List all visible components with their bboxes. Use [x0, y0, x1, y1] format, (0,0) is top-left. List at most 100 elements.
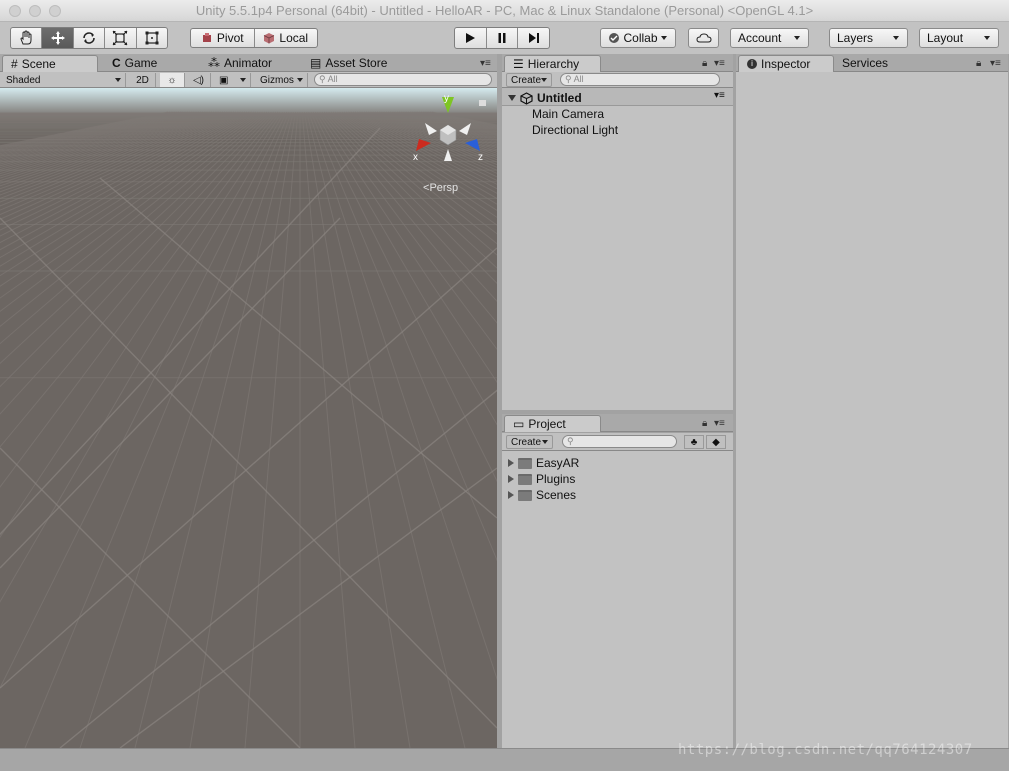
rotate-tool-button[interactable]	[74, 28, 106, 48]
scale-tool-icon	[112, 30, 128, 46]
2d-toggle[interactable]: 2D	[130, 73, 156, 87]
tab-project[interactable]: ▭ Project	[504, 415, 601, 432]
tab-animator[interactable]: ⁂ Animator	[200, 55, 296, 72]
cloud-button[interactable]	[688, 28, 719, 48]
scene-menu-icon[interactable]: ▾≡	[714, 90, 725, 101]
tab-game[interactable]: C Game	[104, 55, 184, 72]
gizmo-z-label: z	[478, 152, 483, 163]
collab-dropdown[interactable]: Collab	[600, 28, 676, 48]
tab-asset-store-label: Asset Store	[325, 56, 388, 70]
audio-toggle[interactable]: ◁)	[187, 73, 211, 87]
pivot-button[interactable]: Pivot	[191, 29, 255, 47]
layers-label: Layers	[837, 31, 874, 45]
chevron-down-icon	[893, 36, 899, 40]
tab-services[interactable]: Services	[834, 55, 914, 72]
lock-icon[interactable]: 🔒︎	[976, 58, 981, 69]
scene-name-label: Untitled	[537, 91, 582, 105]
project-folder[interactable]: EasyAR	[508, 456, 579, 470]
move-tool-icon	[50, 31, 65, 45]
panel-menu-icon[interactable]: ▾≡	[714, 418, 725, 429]
project-create-button[interactable]: Create	[506, 435, 553, 449]
expand-arrow-icon[interactable]	[508, 491, 514, 499]
project-toolbar: Create ⚲ ♣ ◆	[502, 433, 733, 451]
folder-easyar-label: EasyAR	[536, 456, 580, 470]
move-tool-button[interactable]	[42, 28, 74, 48]
inspector-body	[736, 72, 1008, 748]
close-window-button[interactable]	[9, 5, 21, 17]
hierarchy-create-button[interactable]: Create	[506, 73, 552, 87]
play-button[interactable]	[455, 28, 487, 48]
pause-button[interactable]	[487, 28, 519, 48]
panel-menu-icon[interactable]: ▾≡	[990, 58, 1001, 69]
effects-dropdown[interactable]: ▣	[215, 73, 251, 87]
lock-icon[interactable]: 🔒︎	[702, 418, 707, 429]
hierarchy-item[interactable]: Directional Light	[532, 123, 618, 137]
filter-by-type-button[interactable]: ♣	[684, 435, 704, 449]
hierarchy-search-input[interactable]: ⚲ All	[560, 73, 720, 86]
hand-tool-icon	[20, 30, 32, 45]
animator-icon: ⁂	[208, 56, 220, 70]
scene-viewport[interactable]: y x z <Persp	[0, 88, 497, 748]
projection-label[interactable]: <Persp	[423, 182, 458, 194]
hierarchy-item[interactable]: Main Camera	[532, 107, 604, 121]
lighting-toggle[interactable]: ☼	[160, 73, 185, 87]
rect-tool-button[interactable]	[137, 28, 167, 48]
shading-mode-label: Shaded	[6, 74, 41, 86]
local-cube-icon	[264, 33, 275, 44]
scale-tool-button[interactable]	[105, 28, 137, 48]
scene-search-input[interactable]: ⚲ All	[314, 73, 492, 86]
search-icon: ⚲	[565, 74, 572, 84]
project-folder[interactable]: Scenes	[508, 488, 576, 502]
layout-label: Layout	[927, 31, 964, 45]
lock-icon[interactable]: 🔒︎	[702, 58, 707, 69]
shading-mode-dropdown[interactable]: Shaded	[2, 73, 126, 87]
project-search-input[interactable]: ⚲	[562, 435, 677, 448]
expand-arrow-icon[interactable]	[508, 475, 514, 483]
unity-logo-icon	[520, 91, 533, 105]
chevron-down-icon	[542, 440, 548, 444]
chevron-down-icon	[541, 78, 548, 82]
gizmos-dropdown[interactable]: Gizmos	[256, 73, 308, 87]
expand-arrow-icon[interactable]	[508, 95, 516, 101]
scene-view-toolbar: Shaded 2D ☼ ◁) ▣ Gizmos ⚲ All	[0, 72, 497, 88]
2d-label: 2D	[136, 74, 149, 86]
window-title: Unity 5.5.1p4 Personal (64bit) - Untitle…	[195, 3, 814, 18]
project-tabbar: ▭ Project 🔒︎ ▾≡	[502, 414, 733, 432]
filter-by-label-button[interactable]: ◆	[706, 435, 726, 449]
hierarchy-list-icon: ☰	[513, 56, 524, 71]
hierarchy-search-placeholder: All	[573, 74, 584, 84]
chevron-down-icon	[984, 36, 990, 40]
local-button[interactable]: Local	[255, 29, 318, 47]
orientation-gizmo[interactable]	[403, 93, 493, 183]
inspector-tabbar: i Inspector Services 🔒︎ ▾≡	[736, 54, 1008, 72]
account-dropdown[interactable]: Account	[730, 28, 809, 48]
search-icon: ⚲	[319, 74, 326, 84]
hierarchy-tabbar: ☰ Hierarchy 🔒︎ ▾≡	[502, 54, 733, 72]
project-folder[interactable]: Plugins	[508, 472, 575, 486]
scene-search-placeholder: All	[327, 74, 338, 84]
hand-tool-button[interactable]	[11, 28, 43, 48]
tab-scene[interactable]: # Scene	[2, 55, 98, 72]
tab-inspector[interactable]: i Inspector	[738, 55, 834, 72]
tab-game-label: Game	[124, 56, 158, 70]
step-button[interactable]	[518, 28, 549, 48]
panel-menu-icon[interactable]: ▾≡	[480, 58, 491, 69]
tab-hierarchy[interactable]: ☰ Hierarchy	[504, 55, 601, 72]
cloud-icon	[695, 33, 712, 43]
scene-root-item[interactable]: Untitled	[508, 91, 582, 105]
store-bag-icon: ▤	[310, 56, 322, 70]
panel-menu-icon[interactable]: ▾≡	[714, 58, 725, 69]
tab-asset-store[interactable]: ▤ Asset Store	[302, 55, 412, 72]
hierarchy-item-main-camera: Main Camera	[532, 107, 605, 121]
layout-dropdown[interactable]: Layout	[919, 28, 999, 48]
search-icon: ⚲	[567, 436, 574, 446]
minimize-window-button[interactable]	[29, 5, 41, 17]
expand-arrow-icon[interactable]	[508, 459, 514, 467]
zoom-window-button[interactable]	[49, 5, 61, 17]
projection-text: Persp	[429, 182, 459, 194]
rotate-tool-icon	[83, 32, 95, 44]
gizmo-lock-icon[interactable]	[479, 100, 486, 106]
layers-dropdown[interactable]: Layers	[829, 28, 908, 48]
speaker-icon: ◁)	[192, 74, 205, 86]
info-icon: i	[747, 59, 757, 69]
